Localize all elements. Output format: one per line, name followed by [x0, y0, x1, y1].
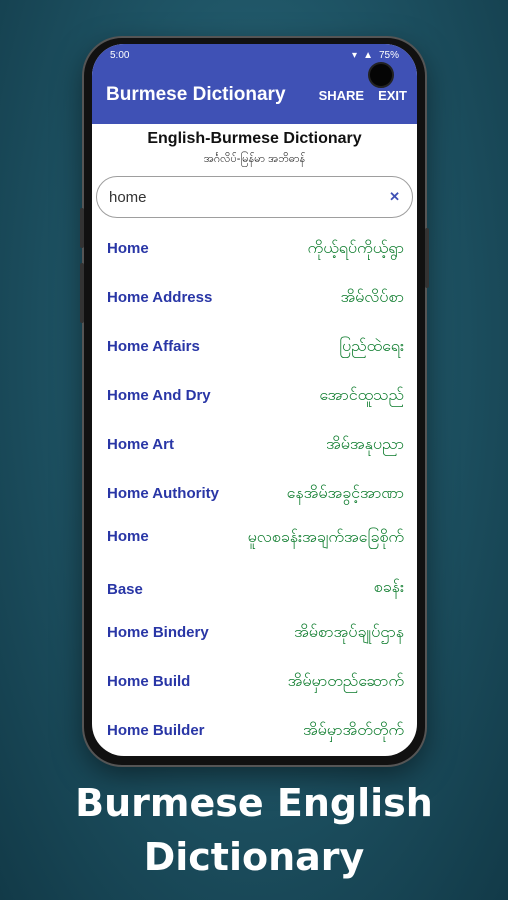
promo-title-line2: Dictionary — [143, 835, 365, 879]
share-button[interactable]: SHARE — [319, 88, 365, 103]
power-button — [425, 228, 429, 288]
search-input[interactable] — [109, 188, 390, 206]
list-item[interactable]: Home And Dry အောင်ထူသည် — [107, 371, 404, 420]
burmese-word: အိမ်အနုပညာ — [326, 435, 404, 453]
burmese-word: ပြည်ထဲရေး — [339, 337, 404, 355]
burmese-word: အိမ်မှာတည်ဆောက် — [287, 672, 404, 690]
burmese-word: ကိုယ့်ရပ်ကိုယ့်ရွာ — [307, 239, 404, 257]
list-item[interactable]: Home Authority နေအိမ်အခွင့်အာဏာ — [107, 469, 404, 518]
english-word: Home Art — [107, 436, 174, 453]
close-icon[interactable]: ✕ — [389, 189, 400, 205]
list-item[interactable]: Home Builder အိမ်မှာအိတ်တိုက် — [107, 706, 404, 755]
app-screen: 5:00 ▾ ▲ 75% Burmese Dictionary SHARE EX… — [92, 44, 417, 756]
list-item[interactable]: Home ကိုယ့်ရပ်ကိုယ့်ရွာ — [107, 224, 404, 273]
dictionary-title: English-Burmese Dictionary — [147, 130, 362, 147]
burmese-word: နေအိမ်အခွင့်အာဏာ — [286, 484, 404, 502]
list-item[interactable]: Home Address အိမ်လိပ်စာ — [107, 273, 404, 322]
volume-button — [80, 208, 84, 248]
phone-frame: 5:00 ▾ ▲ 75% Burmese Dictionary SHARE EX… — [80, 38, 429, 765]
english-word: Home Authority — [107, 485, 219, 502]
burmese-word: မူလစခန်းအချက်အခြေစိုက် — [247, 529, 404, 546]
list-item[interactable]: Home Base မူလစခန်းအချက်အခြေစိုက် စခန်း — [107, 518, 404, 608]
list-item[interactable]: Home Art အိမ်အနုပညာ — [107, 420, 404, 469]
burmese-word: အောင်ထူသည် — [319, 386, 404, 404]
english-word-continued: Base — [107, 581, 143, 598]
english-word: Home Builder — [107, 722, 205, 739]
english-word: Home Address — [107, 289, 213, 306]
list-item[interactable]: Home Affairs ပြည်ထဲရေး — [107, 322, 404, 371]
list-item[interactable]: Home Bindery အိမ်စာအုပ်ချုပ်ဌာန — [107, 608, 404, 657]
promo-title-line1: Burmese English — [75, 781, 433, 825]
burmese-word-continued: စခန်း — [373, 579, 404, 596]
dictionary-subtitle: အင်္ဂလိပ်-မြန်မာ အဘိဓာန် — [203, 153, 306, 165]
english-word: Home And Dry — [107, 387, 211, 404]
english-word: Home Bindery — [107, 624, 209, 641]
status-bar: 5:00 ▾ ▲ 75% — [92, 44, 417, 66]
app-title: Burmese Dictionary — [106, 84, 286, 105]
list-item[interactable]: Home Build အိမ်မှာတည်ဆောက် — [107, 657, 404, 706]
battery-level: 75% — [378, 49, 399, 61]
camera-icon — [368, 62, 394, 88]
wifi-icon: ▾ — [352, 49, 358, 61]
dictionary-header: English-Burmese Dictionary အင်္ဂလိပ်-မြန… — [92, 124, 417, 168]
burmese-word: အိမ်မှာအိတ်တိုက် — [302, 721, 404, 739]
signal-icon: ▲ — [363, 49, 373, 61]
search-box[interactable]: ✕ — [96, 176, 413, 218]
status-time: 5:00 — [110, 49, 130, 61]
volume-button — [80, 263, 84, 323]
exit-button[interactable]: EXIT — [378, 88, 407, 103]
english-word: Home — [107, 528, 149, 545]
english-word: Home Build — [107, 673, 191, 690]
results-list: Home ကိုယ့်ရပ်ကိုယ့်ရွာ Home Address အိမ… — [92, 224, 417, 755]
english-word: Home — [107, 240, 149, 257]
burmese-word: အိမ်စာအုပ်ချုပ်ဌာန — [294, 623, 404, 641]
burmese-word: အိမ်လိပ်စာ — [340, 288, 404, 306]
english-word: Home Affairs — [107, 338, 200, 355]
